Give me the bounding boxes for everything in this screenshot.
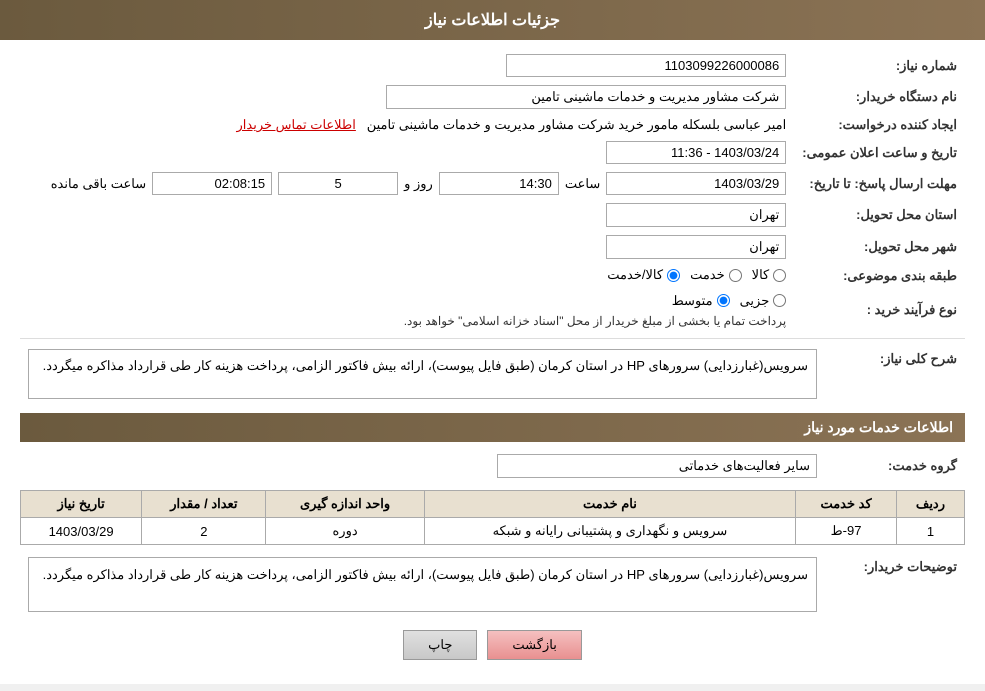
creator-text: امیر عباسی بلسکله مامور خرید شرکت مشاور … bbox=[367, 117, 787, 132]
need-number-box: 1103099226000086 bbox=[506, 54, 786, 77]
radio-kala-label: کالا bbox=[752, 267, 770, 283]
response-remaining-box: 02:08:15 bbox=[152, 172, 272, 195]
buyer-notes-value: سرویس(غبارزدایی) سرورهای HP در استان کرم… bbox=[20, 553, 825, 616]
col-date: تاریخ نیاز bbox=[21, 491, 142, 518]
response-date-box: 1403/03/29 bbox=[606, 172, 786, 195]
radio-jozei: جزیی bbox=[740, 293, 787, 309]
cell-date: 1403/03/29 bbox=[21, 518, 142, 545]
radio-kala-khadamat-label: کالا/خدمت bbox=[607, 267, 663, 283]
need-number-label: شماره نیاز: bbox=[794, 50, 965, 81]
creator-value: امیر عباسی بلسکله مامور خرید شرکت مشاور … bbox=[20, 113, 794, 137]
col-name: نام خدمت bbox=[424, 491, 796, 518]
buyer-org-label: نام دستگاه خریدار: bbox=[794, 81, 965, 113]
announce-label: تاریخ و ساعت اعلان عمومی: bbox=[794, 137, 965, 168]
description-label: شرح کلی نیاز: bbox=[825, 345, 965, 403]
page-header: جزئیات اطلاعات نیاز bbox=[0, 0, 985, 40]
buyer-org-box: شرکت مشاور مدیریت و خدمات ماشینی تامین bbox=[386, 85, 786, 109]
response-deadline-value: 1403/03/29 ساعت 14:30 روز و 5 02:08:15 س… bbox=[20, 168, 794, 199]
province-value: تهران bbox=[20, 199, 794, 231]
response-deadline-label: مهلت ارسال پاسخ: تا تاریخ: bbox=[794, 168, 965, 199]
services-table: ردیف کد خدمت نام خدمت واحد اندازه گیری ت… bbox=[20, 490, 965, 545]
city-box: تهران bbox=[606, 235, 786, 259]
main-content: شماره نیاز: 1103099226000086 نام دستگاه … bbox=[0, 40, 985, 684]
radio-motovaset-label: متوسط bbox=[672, 293, 713, 309]
province-label: استان محل تحویل: bbox=[794, 199, 965, 231]
response-time-label: ساعت bbox=[565, 176, 600, 192]
radio-kala-khadamat: کالا/خدمت bbox=[607, 267, 680, 283]
button-row: بازگشت چاپ bbox=[20, 630, 965, 660]
category-label: طبقه بندی موضوعی: bbox=[794, 263, 965, 289]
province-box: تهران bbox=[606, 203, 786, 227]
announce-value: 1403/03/24 - 11:36 bbox=[20, 137, 794, 168]
city-value: تهران bbox=[20, 231, 794, 263]
radio-kala: کالا bbox=[752, 267, 787, 283]
col-code: کد خدمت bbox=[796, 491, 897, 518]
creator-link[interactable]: اطلاعات تماس خریدار bbox=[236, 117, 355, 132]
response-days-box: 5 bbox=[278, 172, 398, 195]
radio-khadamat-label: خدمت bbox=[690, 267, 725, 283]
category-value: کالا خدمت کالا/خدمت bbox=[20, 263, 794, 289]
col-row: ردیف bbox=[896, 491, 964, 518]
radio-jozei-input[interactable] bbox=[773, 294, 786, 307]
page-title: جزئیات اطلاعات نیاز bbox=[425, 12, 560, 29]
purchase-type-note: پرداخت تمام یا بخشی از مبلغ خریدار از مح… bbox=[404, 314, 787, 328]
response-time-box: 14:30 bbox=[439, 172, 559, 195]
radio-kala-input[interactable] bbox=[773, 269, 786, 282]
col-unit: واحد اندازه گیری bbox=[266, 491, 424, 518]
service-group-table: گروه خدمت: سایر فعالیت‌های خدماتی bbox=[20, 450, 965, 482]
description-table: شرح کلی نیاز: سرویس(غبارزدایی) سرورهای H… bbox=[20, 345, 965, 403]
page-wrapper: جزئیات اطلاعات نیاز شماره نیاز: 11030992… bbox=[0, 0, 985, 684]
back-button[interactable]: بازگشت bbox=[487, 630, 581, 660]
cell-code: 97-ط bbox=[796, 518, 897, 545]
buyer-notes-box: سرویس(غبارزدایی) سرورهای HP در استان کرم… bbox=[28, 557, 817, 612]
creator-label: ایجاد کننده درخواست: bbox=[794, 113, 965, 137]
service-group-box: سایر فعالیت‌های خدماتی bbox=[497, 454, 817, 478]
cell-name: سرویس و نگهداری و پشتیبانی رایانه و شبکه bbox=[424, 518, 796, 545]
description-box: سرویس(غبارزدایی) سرورهای HP در استان کرم… bbox=[28, 349, 817, 399]
radio-motovaset-input[interactable] bbox=[717, 294, 730, 307]
service-group-value: سایر فعالیت‌های خدماتی bbox=[20, 450, 825, 482]
purchase-type-label: نوع فرآیند خرید : bbox=[794, 289, 965, 333]
radio-khadamat: خدمت bbox=[690, 267, 742, 283]
cell-unit: دوره bbox=[266, 518, 424, 545]
buyer-org-value: شرکت مشاور مدیریت و خدمات ماشینی تامین bbox=[20, 81, 794, 113]
radio-jozei-label: جزیی bbox=[740, 293, 770, 309]
response-remaining-label: ساعت باقی مانده bbox=[51, 176, 146, 192]
announce-box: 1403/03/24 - 11:36 bbox=[606, 141, 786, 164]
radio-khadamat-input[interactable] bbox=[729, 269, 742, 282]
radio-kala-khadamat-input[interactable] bbox=[667, 269, 680, 282]
need-number-value: 1103099226000086 bbox=[20, 50, 794, 81]
buyer-notes-table: توضیحات خریدار: سرویس(غبارزدایی) سرورهای… bbox=[20, 553, 965, 616]
print-button[interactable]: چاپ bbox=[403, 630, 477, 660]
cell-row: 1 bbox=[896, 518, 964, 545]
radio-motovaset: متوسط bbox=[672, 293, 730, 309]
col-qty: تعداد / مقدار bbox=[142, 491, 266, 518]
buyer-notes-label: توضیحات خریدار: bbox=[825, 553, 965, 616]
cell-qty: 2 bbox=[142, 518, 266, 545]
table-row: 1 97-ط سرویس و نگهداری و پشتیبانی رایانه… bbox=[21, 518, 965, 545]
response-days-label: روز و bbox=[404, 176, 433, 192]
description-value: سرویس(غبارزدایی) سرورهای HP در استان کرم… bbox=[20, 345, 825, 403]
city-label: شهر محل تحویل: bbox=[794, 231, 965, 263]
services-section-title: اطلاعات خدمات مورد نیاز bbox=[20, 413, 965, 442]
info-table: شماره نیاز: 1103099226000086 نام دستگاه … bbox=[20, 50, 965, 332]
purchase-type-value: جزیی متوسط پرداخت تمام یا بخشی از مبلغ خ… bbox=[20, 289, 794, 333]
service-group-label: گروه خدمت: bbox=[825, 450, 965, 482]
